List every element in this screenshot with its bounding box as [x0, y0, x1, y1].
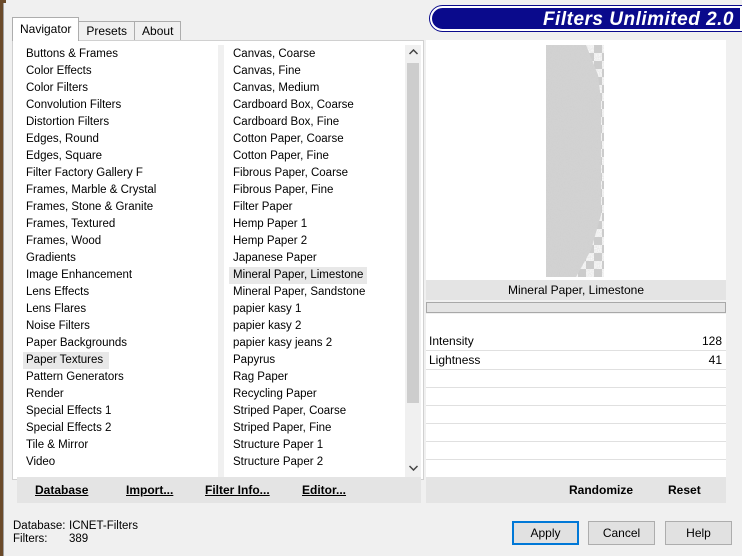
category-item[interactable]: Frames, Wood [23, 233, 223, 250]
category-item[interactable]: Noise Filters [23, 318, 223, 335]
param-value: 128 [701, 334, 722, 348]
param-value: 41 [708, 353, 722, 367]
filter-item[interactable]: Mineral Paper, Limestone [229, 267, 368, 284]
param-lightness[interactable]: Lightness 41 [426, 351, 726, 369]
tab-presets[interactable]: Presets [78, 21, 136, 41]
filter-item[interactable]: Structure Paper 2 [229, 454, 405, 471]
divider [426, 369, 726, 370]
filter-item[interactable]: papier kasy jeans 2 [229, 335, 405, 352]
category-item[interactable]: Convolution Filters [23, 97, 223, 114]
divider [426, 441, 726, 442]
filter-item[interactable]: Structure Paper 1 [229, 437, 405, 454]
filter-item[interactable]: Mineral Paper, Sandstone [229, 284, 405, 301]
filter-item[interactable]: Japanese Paper [229, 250, 405, 267]
reset-button[interactable]: Reset [668, 477, 701, 503]
navigator-command-bar: Database Import... Filter Info... Editor… [17, 477, 421, 503]
param-label: Lightness [429, 353, 481, 367]
scroll-up-icon[interactable] [405, 45, 421, 61]
import-button[interactable]: Import... [126, 477, 173, 503]
filter-item[interactable]: Cotton Paper, Fine [229, 148, 405, 165]
param-label: Intensity [429, 334, 474, 348]
filter-item[interactable]: Filter Paper [229, 199, 405, 216]
filter-item[interactable]: Recycling Paper [229, 386, 405, 403]
filter-item[interactable]: Striped Paper, Coarse [229, 403, 405, 420]
parameter-panel: Intensity 128 Lightness 41 [426, 314, 726, 477]
status-area: Database: ICNET-Filters Filters: 389 [13, 520, 138, 546]
category-item[interactable]: Video [23, 454, 223, 471]
progress-bar [426, 302, 726, 313]
category-item[interactable]: Frames, Textured [23, 216, 223, 233]
filter-item[interactable]: Rag Paper [229, 369, 405, 386]
category-item[interactable]: Edges, Round [23, 131, 223, 148]
app-banner: Filters Unlimited 2.0 [430, 6, 742, 31]
banner-title: Filters Unlimited 2.0 [542, 9, 734, 30]
filters-count: 389 [69, 533, 89, 545]
category-item[interactable]: Gradients [23, 250, 223, 267]
divider [426, 459, 726, 460]
filter-info-button[interactable]: Filter Info... [205, 477, 270, 503]
filter-item[interactable]: Striped Paper, Fine [229, 420, 405, 437]
tab-bar: Navigator Presets About [12, 15, 182, 41]
tab-navigator[interactable]: Navigator [12, 17, 80, 41]
category-item[interactable]: Color Effects [23, 63, 223, 80]
randomize-button[interactable]: Randomize [569, 477, 633, 503]
help-button[interactable]: Help [665, 521, 732, 545]
database-label: Database: [13, 520, 66, 532]
apply-button[interactable]: Apply [512, 521, 579, 545]
category-item[interactable]: Distortion Filters [23, 114, 223, 131]
filter-item[interactable]: papier kasy 2 [229, 318, 405, 335]
category-item[interactable]: Paper Backgrounds [23, 335, 223, 352]
selected-filter-name: Mineral Paper, Limestone [426, 280, 726, 300]
category-list: Buttons & Frames Color Effects Color Filte… [23, 46, 223, 471]
category-item[interactable]: Frames, Marble & Crystal [23, 182, 223, 199]
category-item[interactable]: Lens Flares [23, 301, 223, 318]
param-intensity[interactable]: Intensity 128 [426, 332, 726, 350]
category-item[interactable]: Paper Textures [23, 352, 110, 369]
filter-list: Canvas, Coarse Canvas, Fine Canvas, Medium… [229, 46, 405, 474]
category-item[interactable]: Color Filters [23, 80, 223, 97]
filter-list-scrollbar[interactable] [405, 45, 421, 477]
filter-item[interactable]: Hemp Paper 2 [229, 233, 405, 250]
category-item[interactable]: Tile & Mirror [23, 437, 223, 454]
filter-item[interactable]: Papyrus [229, 352, 405, 369]
filter-item[interactable]: Cardboard Box, Coarse [229, 97, 405, 114]
parameter-command-bar: Randomize Reset [426, 477, 726, 503]
scroll-down-icon[interactable] [405, 461, 421, 477]
category-item[interactable]: Pattern Generators [23, 369, 223, 386]
filter-item[interactable]: Hemp Paper 1 [229, 216, 405, 233]
filter-item[interactable]: Canvas, Medium [229, 80, 405, 97]
filter-item[interactable]: Cotton Paper, Coarse [229, 131, 405, 148]
cancel-button[interactable]: Cancel [588, 521, 655, 545]
preview-panel [426, 40, 726, 280]
divider [426, 387, 726, 388]
category-item[interactable]: Lens Effects [23, 284, 223, 301]
list-splitter[interactable] [218, 45, 224, 477]
filter-item[interactable]: Fibrous Paper, Coarse [229, 165, 405, 182]
filters-label: Filters: [13, 533, 48, 545]
category-item[interactable]: Buttons & Frames [23, 46, 223, 63]
scrollbar-thumb[interactable] [407, 63, 419, 403]
category-item[interactable]: Filter Factory Gallery F [23, 165, 223, 182]
filter-item[interactable]: Canvas, Coarse [229, 46, 405, 63]
navigator-panel: Buttons & Frames Color Effects Color Filte… [12, 40, 424, 480]
database-button[interactable]: Database [35, 477, 88, 503]
filter-item[interactable]: Cardboard Box, Fine [229, 114, 405, 131]
category-item[interactable]: Edges, Square [23, 148, 223, 165]
category-item[interactable]: Special Effects 1 [23, 403, 223, 420]
category-item[interactable]: Special Effects 2 [23, 420, 223, 437]
preview-image[interactable] [546, 45, 604, 277]
filter-item[interactable]: papier kasy 1 [229, 301, 405, 318]
filter-item[interactable]: Fibrous Paper, Fine [229, 182, 405, 199]
category-item[interactable]: Render [23, 386, 223, 403]
filter-item[interactable]: Canvas, Fine [229, 63, 405, 80]
divider [426, 405, 726, 406]
tab-about[interactable]: About [134, 21, 182, 41]
divider [426, 423, 726, 424]
category-item[interactable]: Frames, Stone & Granite [23, 199, 223, 216]
database-value: ICNET-Filters [69, 520, 138, 532]
editor-button[interactable]: Editor... [302, 477, 346, 503]
category-item[interactable]: Image Enhancement [23, 267, 223, 284]
